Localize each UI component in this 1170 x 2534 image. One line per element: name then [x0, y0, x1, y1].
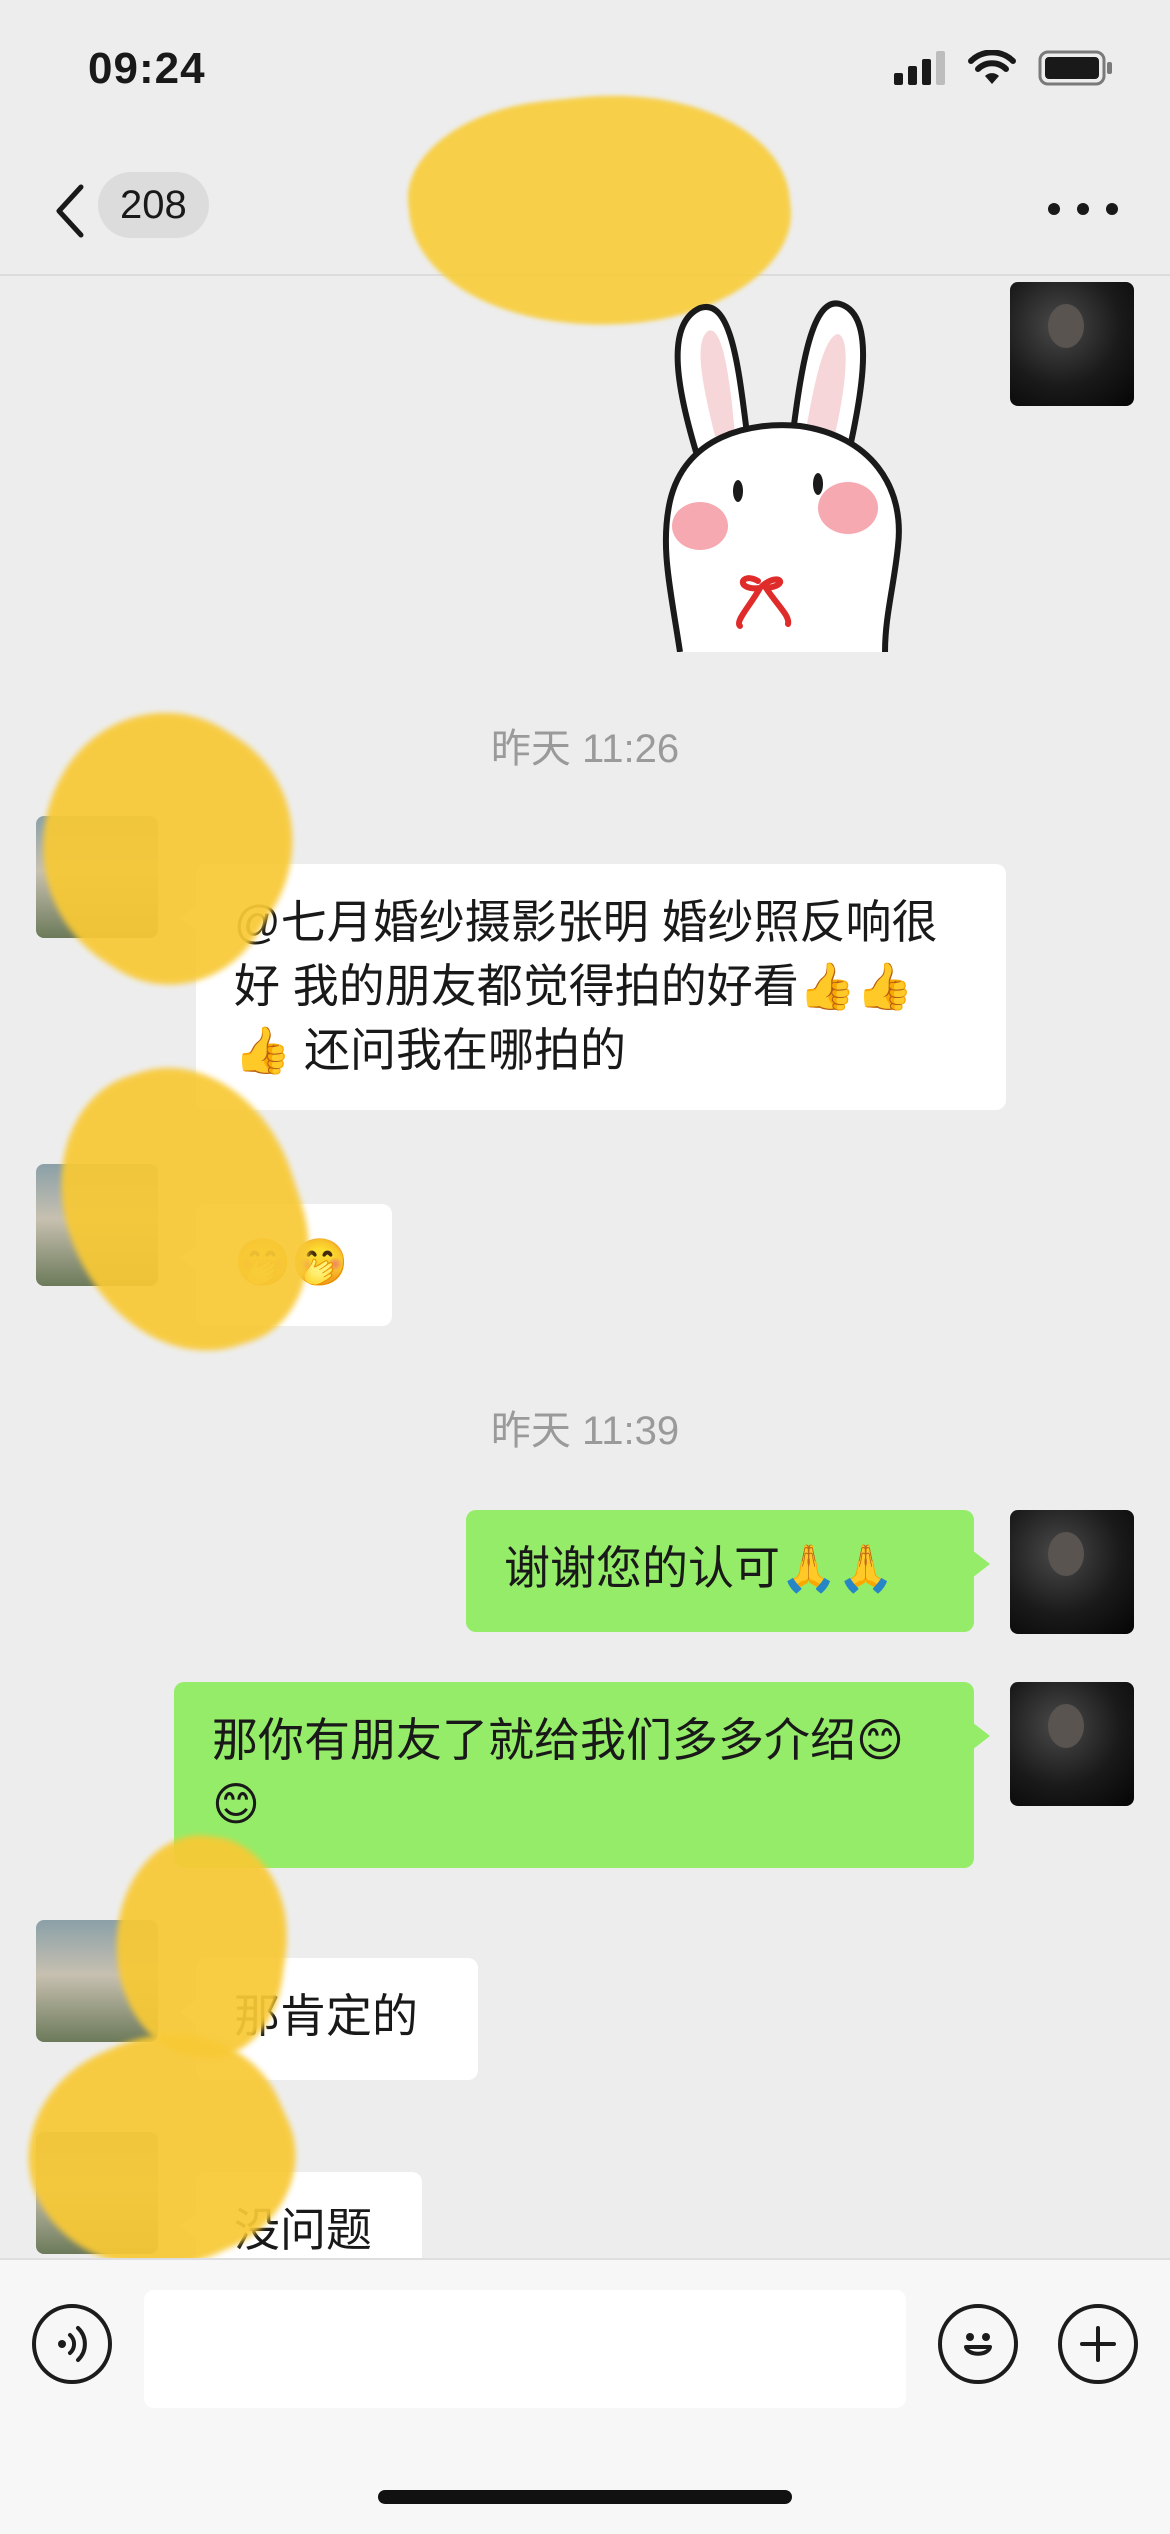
timestamp: 昨天 11:39 — [490, 1409, 680, 1453]
more-button[interactable] — [1048, 194, 1118, 224]
wifi-icon — [968, 50, 1016, 84]
status-icons — [894, 50, 1114, 86]
emoji-button[interactable] — [938, 2304, 1018, 2384]
unread-count-badge[interactable]: 208 — [98, 172, 209, 238]
status-time: 09:24 — [88, 44, 206, 93]
message-bubble[interactable]: 那你有朋友了就给我们多多介绍😊😊 — [174, 1682, 990, 1868]
my-avatar[interactable] — [1010, 282, 1134, 406]
plus-button[interactable] — [1058, 2304, 1138, 2384]
emoji-icon — [964, 2333, 992, 2356]
rabbit-sticker[interactable] — [640, 286, 910, 652]
plus-icon — [1080, 2326, 1116, 2362]
message-list[interactable]: 昨天 11:26 @七月婚纱摄影张明 婚纱照反响很好 我的朋友都觉得拍的好看👍👍… — [0, 276, 1170, 2258]
my-avatar[interactable] — [1010, 1510, 1134, 1634]
back-chevron-icon — [56, 184, 84, 238]
message-input[interactable] — [144, 2290, 906, 2408]
back-button[interactable] — [40, 176, 100, 246]
signal-icon — [894, 51, 945, 85]
home-indicator — [378, 2490, 792, 2504]
voice-button[interactable] — [32, 2304, 112, 2384]
my-avatar[interactable] — [1010, 1682, 1134, 1806]
more-icon — [1048, 203, 1060, 215]
message-bubble[interactable]: 谢谢您的认可🙏🙏 — [466, 1510, 990, 1632]
battery-icon — [1038, 50, 1112, 86]
voice-icon — [58, 2326, 87, 2362]
message-bubble[interactable]: @七月婚纱摄影张明 婚纱照反响很好 我的朋友都觉得拍的好看👍👍👍 还问我在哪拍的 — [180, 864, 1006, 1110]
